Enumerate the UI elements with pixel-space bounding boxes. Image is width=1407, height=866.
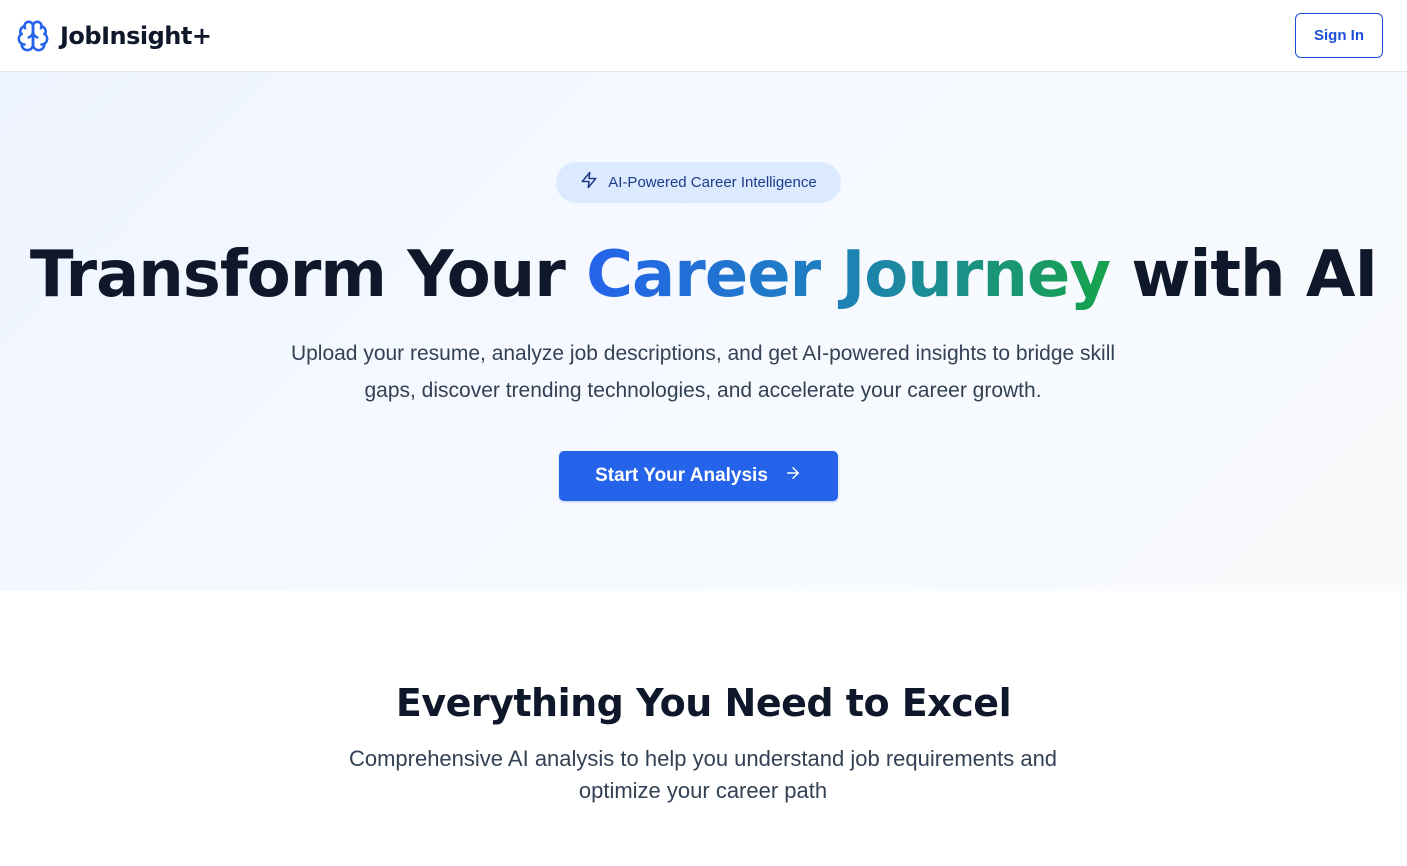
lightning-icon xyxy=(580,171,598,194)
hero-title: Transform Your Career Journey with AI xyxy=(0,232,1407,318)
hero-badge: AI-Powered Career Intelligence xyxy=(556,162,841,203)
hero-subtitle: Upload your resume, analyze job descript… xyxy=(290,342,1116,402)
arrow-right-icon xyxy=(784,464,802,488)
hero-section: AI-Powered Career Intelligence Transform… xyxy=(0,72,1407,591)
features-subtitle: Comprehensive AI analysis to help you un… xyxy=(348,746,1058,803)
features-title: Everything You Need to Excel xyxy=(395,681,1012,725)
sign-in-button[interactable]: Sign In xyxy=(1295,13,1383,58)
features-section: Everything You Need to Excel Comprehensi… xyxy=(0,591,1407,866)
start-analysis-button[interactable]: Start Your Analysis xyxy=(559,451,838,501)
cta-label: Start Your Analysis xyxy=(595,465,768,486)
brand-name: JobInsight+ xyxy=(60,21,212,50)
hero-title-part1: Transform Your xyxy=(29,238,587,312)
hero-badge-text: AI-Powered Career Intelligence xyxy=(608,174,817,191)
brain-icon xyxy=(16,19,50,53)
brand-logo[interactable]: JobInsight+ xyxy=(16,19,212,53)
hero-title-highlight: Career Journey xyxy=(586,238,1111,312)
hero-title-part2: with AI xyxy=(1110,238,1378,312)
top-navbar: JobInsight+ Sign In xyxy=(0,0,1407,72)
